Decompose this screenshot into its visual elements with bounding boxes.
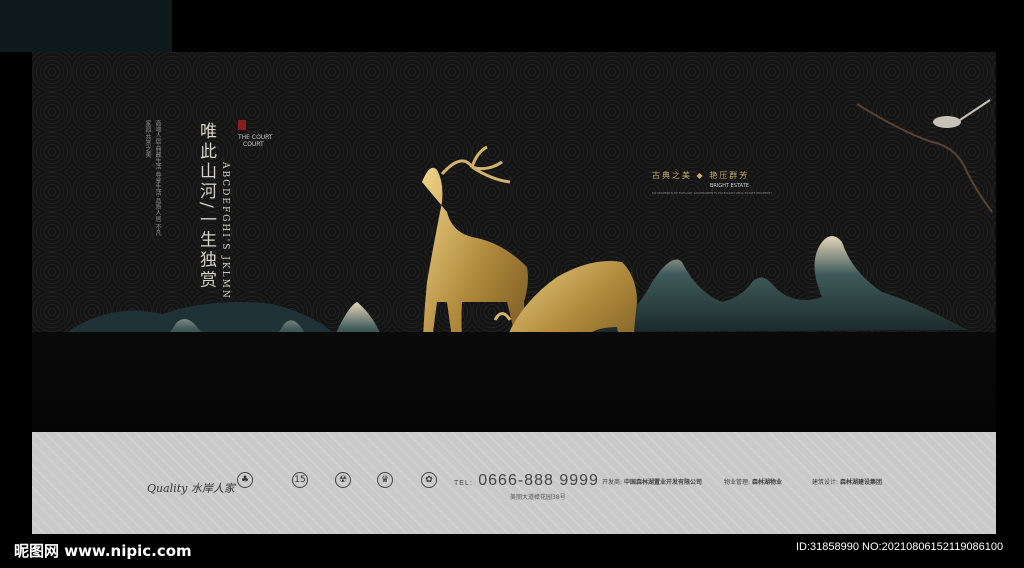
brand-sub: BRIGHT ESTATE [710, 183, 749, 189]
footer-brand: Quality 水岸人家 [147, 482, 235, 495]
logo-15-icon: 15 [280, 472, 320, 488]
branch-with-bird [856, 99, 993, 213]
tag-en: THE COURT [238, 134, 273, 141]
slogan: 古典之美 ◆ 艳压群芳 [652, 170, 749, 181]
property-name: 森林湖物业 [751, 479, 782, 486]
design-name: 森林湖建设集团 [839, 479, 882, 486]
logo-crown-icon: ♛ [365, 472, 405, 488]
english-vertical-title: ABCDEFGHI'S JKLMN [220, 162, 230, 300]
logo-flower-icon: ✿ [409, 472, 449, 488]
slogan-left: 古典之美 [652, 171, 692, 180]
phone-line: TEL: 0666-888 9999 [454, 472, 599, 490]
seal-stamp [238, 120, 246, 130]
design-info: 建筑设计: 森林湖建设集团 [812, 477, 882, 486]
reflective-floor [32, 332, 996, 432]
slogan-dot: ◆ [696, 171, 710, 180]
phone-prefix: TEL: [454, 480, 473, 487]
logo-tree-icon: ♣ [225, 472, 265, 488]
watermark-right: ID:31858990 NO:20210806152119086100 [796, 541, 1004, 553]
poster: 高端人居·典藏生活 尊享生活·品质人居 不凡家园·共赏之美 唯此山河/一生独赏 … [32, 52, 996, 534]
left-small-text: 高端人居·典藏生活 尊享生活·品质人居 不凡家园·共赏之美 [144, 120, 161, 236]
developer-label: 开发商: [602, 479, 623, 486]
phone-number: 0666-888 9999 [478, 472, 599, 489]
brand-small: MY MOMENTS OF ELEGANT GOVERNMENTS EXCELL… [652, 191, 773, 195]
mountain-right [592, 236, 968, 332]
main-vertical-title: 唯此山河/一生独赏 [196, 122, 216, 291]
property-label: 物业管理: [724, 479, 751, 486]
address: 美丽大道樟花园38号 [510, 494, 566, 501]
logo-crest-icon: ☢ [323, 472, 363, 488]
property-info: 物业管理: 森林湖物业 [724, 477, 782, 486]
slogan-right: 艳压群芳 [709, 171, 750, 180]
developer-info: 开发商: 中国森林湖置业开发有限公司 [602, 477, 702, 486]
tag-en2: COURT [243, 141, 264, 148]
design-label: 建筑设计: [812, 479, 839, 486]
watermark-left: 昵图网 www.nipic.com [14, 542, 192, 560]
top-left-block [0, 0, 172, 52]
developer-name: 中国森林湖置业开发有限公司 [623, 479, 702, 486]
